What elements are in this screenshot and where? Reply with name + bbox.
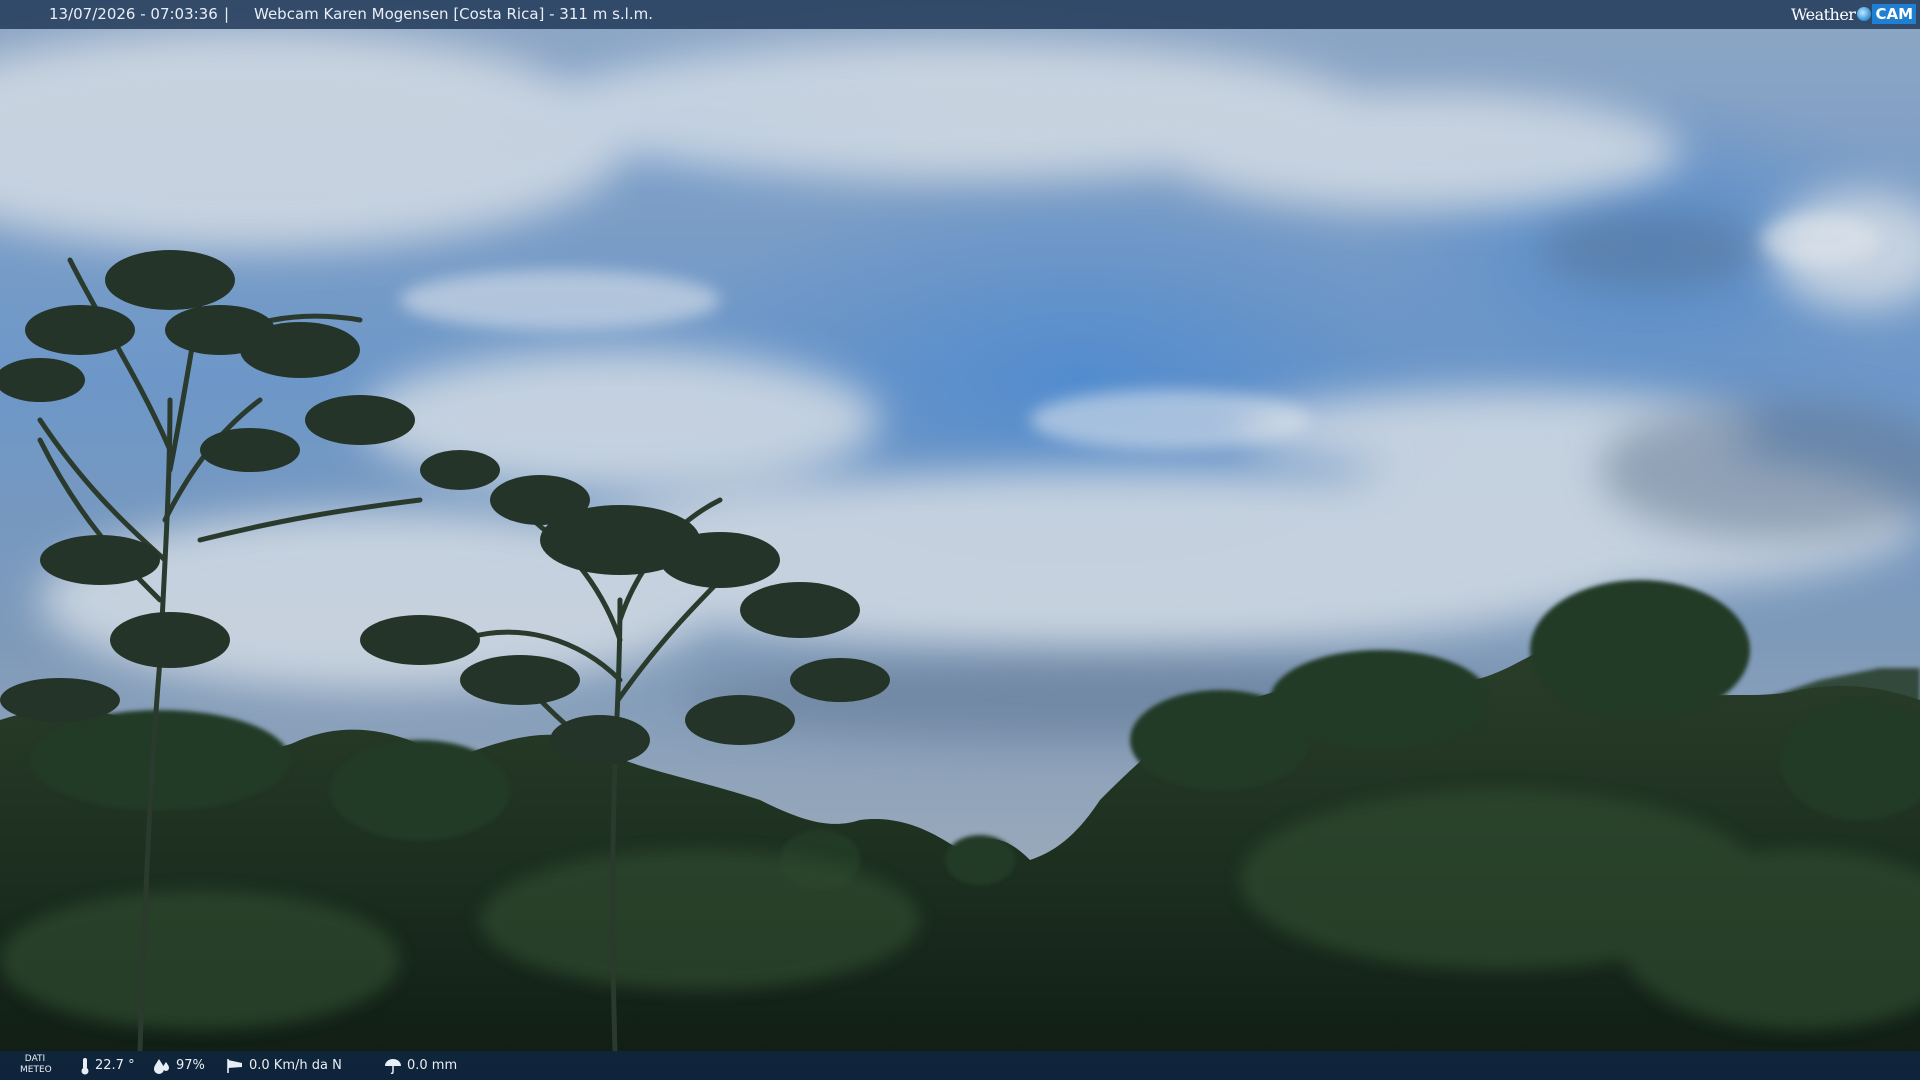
logo-weather-text: Weather (1790, 4, 1856, 24)
rain-reading: 0.0 mm (384, 1051, 457, 1080)
weather-data-bar: DATI METEO 22.7 ° 97% 0.0 Km/h da N 0.0 … (0, 1051, 1920, 1080)
weather-label-line-1: DATI (24, 1054, 46, 1064)
thermometer-icon (81, 1057, 89, 1074)
webcam-image (0, 0, 1920, 1080)
wind-reading: 0.0 Km/h da N (226, 1051, 342, 1080)
temperature-value: 22.7 ° (95, 1058, 135, 1073)
weather-section-label: DATI METEO (20, 1054, 52, 1076)
droplet-icon (154, 1058, 169, 1074)
webcam-title: Webcam Karen Mogensen [Costa Rica] - 311… (254, 5, 653, 23)
humidity-value: 97% (176, 1058, 205, 1073)
humidity-reading: 97% (153, 1051, 205, 1080)
logo-cam-text: CAM (1872, 4, 1916, 24)
timestamp: 13/07/2026 - 07:03:36 (49, 5, 218, 23)
webcam-frame: 13/07/2026 - 07:03:36 | Webcam Karen Mog… (0, 0, 1920, 1080)
wind-value: 0.0 Km/h da N (249, 1058, 342, 1073)
globe-icon (1857, 7, 1872, 21)
weathercam-logo[interactable]: Weather CAM (1791, 3, 1916, 25)
windsock-icon (227, 1058, 242, 1073)
weather-label-line-2: METEO (20, 1065, 52, 1075)
temperature-reading: 22.7 ° (80, 1051, 135, 1080)
top-info-bar: 13/07/2026 - 07:03:36 | Webcam Karen Mog… (0, 0, 1920, 29)
umbrella-icon (385, 1058, 401, 1074)
title-separator: | (224, 5, 230, 23)
rain-value: 0.0 mm (407, 1058, 458, 1073)
